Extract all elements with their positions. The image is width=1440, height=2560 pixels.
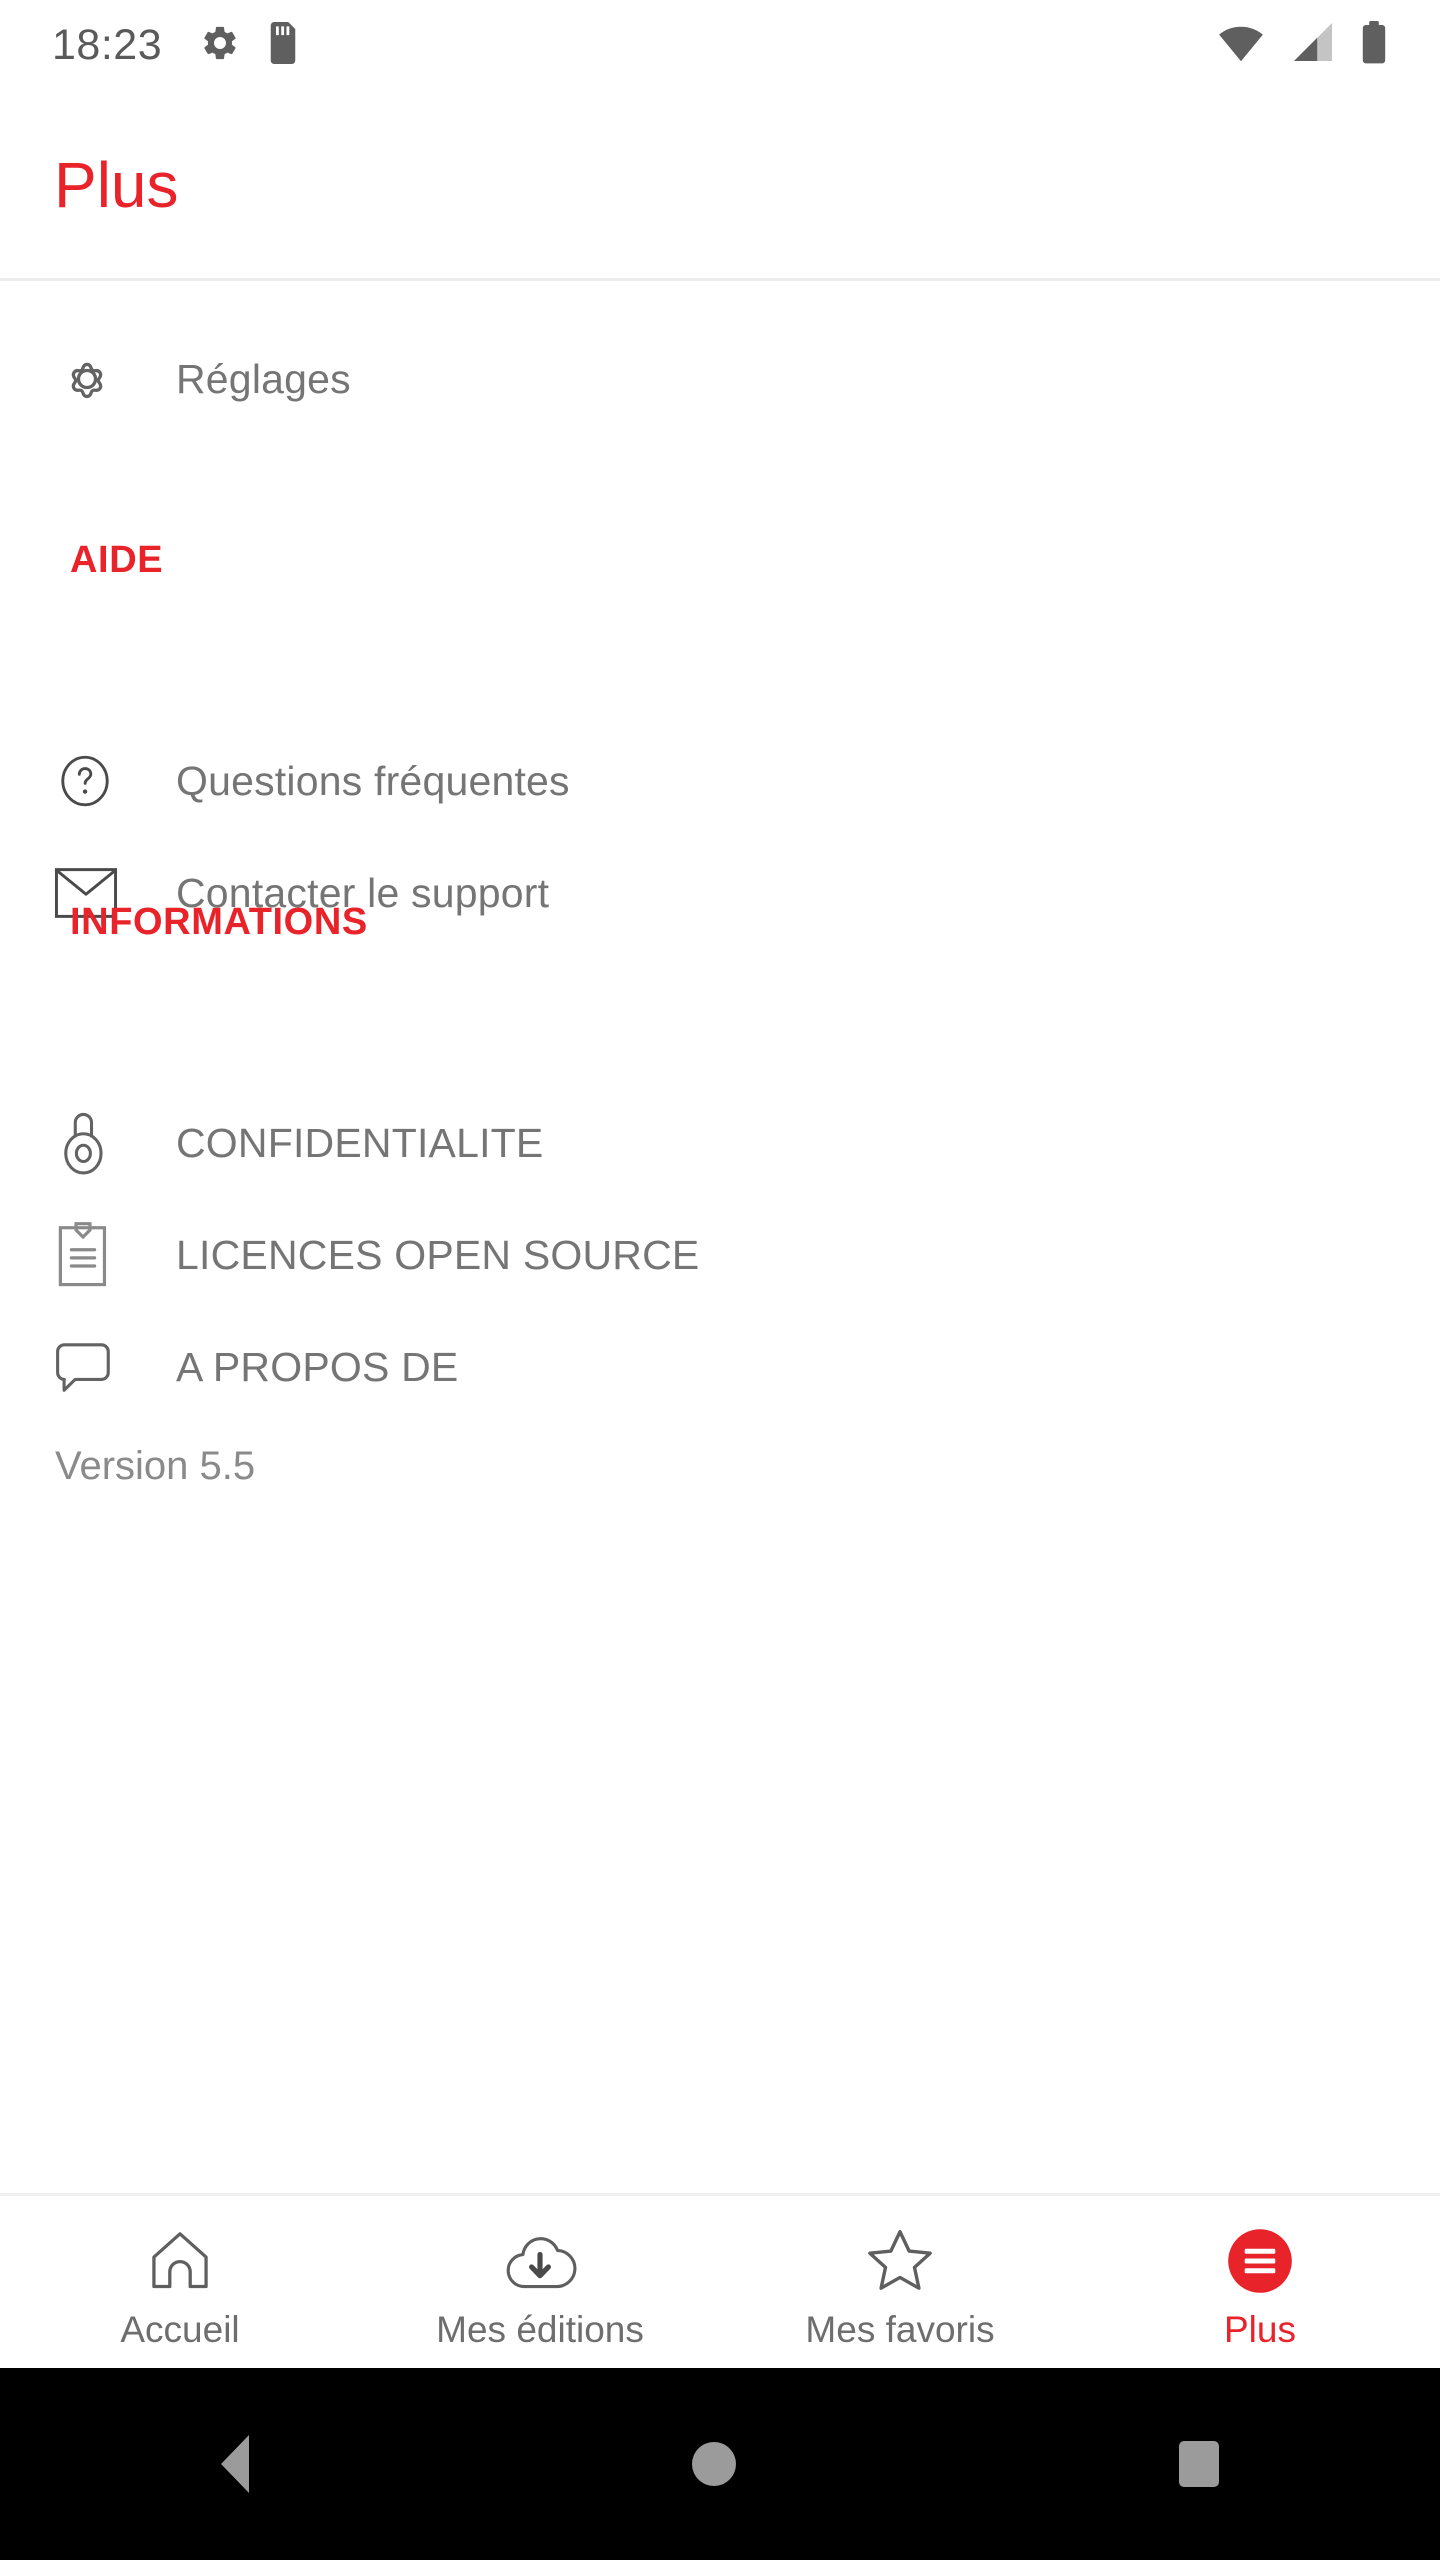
page-title: Plus [54,149,179,221]
status-bar-notification-icons [200,21,300,69]
status-bar: 18:23 [0,0,1440,90]
speech-bubble-icon [54,1336,136,1398]
battery-icon [1360,20,1388,70]
padlock-icon [54,1108,136,1178]
cloud-download-icon [502,2223,578,2299]
back-button[interactable] [221,2435,250,2493]
status-bar-clock: 18:23 [52,20,163,69]
app-version-label: Version 5.5 [55,1444,256,1488]
nav-tab-label: Mes favoris [805,2308,995,2350]
status-bar-left: 18:23 [52,20,300,69]
question-circle-icon [54,750,136,812]
menu-item-label: LICENCES OPEN SOURCE [176,1231,700,1278]
nav-tab-label: Plus [1224,2308,1296,2350]
bottom-navigation-bar: Accueil Mes éditions Mes favoris Plus [0,2196,1440,2368]
menu-item-faq[interactable]: Questions fréquentes [0,725,1440,837]
status-bar-system-icons [1218,20,1388,70]
wifi-icon [1218,23,1264,68]
menu-item-confidentialite[interactable]: CONFIDENTIALITE [0,1087,1440,1199]
nav-tab-mes-favoris[interactable]: Mes favoris [720,2196,1080,2368]
nav-tab-label: Mes éditions [436,2308,644,2350]
section-heading-aide: AIDE [70,539,164,581]
menu-item-label: A PROPOS DE [176,1343,459,1390]
menu-item-licences-open-source[interactable]: LICENCES OPEN SOURCE [0,1199,1440,1311]
sd-card-icon [266,21,300,69]
page-header: Plus [0,90,1440,280]
menu-item-reglages[interactable]: Réglages [0,323,1440,435]
main-content: Réglages AIDE Questions fréquentes Conta… [0,281,1440,2193]
app-screen: 18:23 Plus Réglages AIDE Questions fréqu… [0,0,1440,2560]
hamburger-menu-icon [1224,2223,1296,2299]
section-heading-informations: INFORMATIONS [70,901,368,943]
nav-tab-plus[interactable]: Plus [1080,2196,1440,2368]
home-icon [146,2223,214,2299]
nav-tab-accueil[interactable]: Accueil [0,2196,360,2368]
menu-item-a-propos-de[interactable]: A PROPOS DE [0,1311,1440,1423]
menu-item-label: CONFIDENTIALITE [176,1119,544,1166]
recents-button[interactable] [1178,2441,1219,2487]
gear-icon [54,346,136,412]
gear-icon [200,23,240,68]
nav-tab-label: Accueil [120,2308,240,2350]
star-icon [864,2223,936,2299]
menu-item-label: Réglages [176,355,351,402]
signal-icon [1290,22,1334,68]
home-button[interactable] [691,2442,736,2486]
nav-tab-mes-editions[interactable]: Mes éditions [360,2196,720,2368]
android-system-nav-bar [0,2368,1440,2560]
clipboard-icon [54,1220,136,1290]
menu-item-label: Questions fréquentes [176,757,570,804]
